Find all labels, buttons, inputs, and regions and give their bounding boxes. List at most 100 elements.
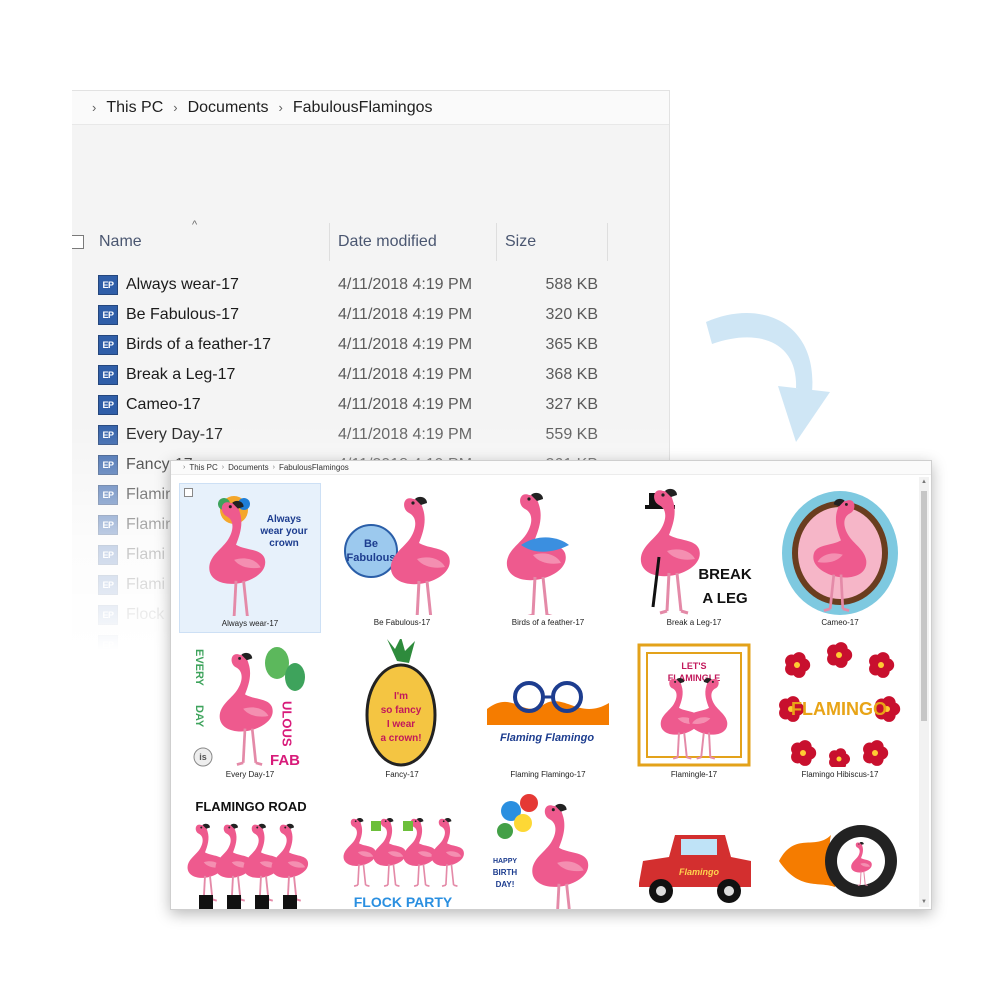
thumbnail-image bbox=[506, 492, 569, 615]
column-header-size[interactable]: Size bbox=[505, 223, 605, 261]
file-tile-always[interactable]: Always wear your crown Always wear-17 bbox=[179, 483, 321, 633]
file-size: 588 KB bbox=[545, 276, 598, 293]
file-tile-tire[interactable] bbox=[769, 787, 911, 909]
column-divider[interactable] bbox=[496, 223, 497, 261]
breadcrumb-item-folder[interactable]: FabulousFlamingos bbox=[293, 99, 433, 117]
explorer-icons-window: › This PC › Documents › FabulousFlamingo… bbox=[170, 460, 932, 910]
file-tile-car[interactable]: Flamingo bbox=[623, 787, 765, 909]
thumbnail-image: Flaming Flamingo bbox=[487, 681, 609, 744]
thumbnail-image: HAPPY BIRTH DAY! bbox=[493, 794, 589, 909]
tile-caption: Every Day-17 bbox=[225, 770, 275, 779]
file-tile-flaming[interactable]: Flaming Flamingo Flaming Flamingo-17 bbox=[477, 635, 619, 785]
file-tile-fabulous[interactable]: Be Fabulous Be Fabulous-17 bbox=[331, 483, 473, 633]
column-divider[interactable] bbox=[329, 223, 330, 261]
svg-text:Flamingo: Flamingo bbox=[679, 867, 720, 877]
file-tile-everyday[interactable]: EVERY DAY is FAB ULOUS Every Day-17 bbox=[179, 635, 321, 785]
eps-file-icon: EP bbox=[98, 515, 118, 535]
breadcrumb: › This PC › Documents › FabulousFlamingo… bbox=[72, 91, 669, 125]
eps-file-icon: EP bbox=[98, 425, 118, 445]
svg-text:Fabulous: Fabulous bbox=[347, 552, 396, 564]
file-tile-breakleg[interactable]: BREAK A LEG Break a Leg-17 bbox=[623, 483, 765, 633]
file-tile-birthday[interactable]: HAPPY BIRTH DAY! bbox=[477, 787, 619, 909]
svg-text:HAPPY: HAPPY bbox=[493, 858, 517, 865]
breadcrumb-item-this-pc[interactable]: This PC bbox=[106, 99, 163, 117]
tile-caption: Always wear-17 bbox=[221, 619, 279, 628]
eps-file-icon: EP bbox=[98, 275, 118, 295]
file-tile-flamingle[interactable]: LET'S FLAMINGLE Flamingle-17 bbox=[623, 635, 765, 785]
column-header-date[interactable]: Date modified bbox=[338, 223, 498, 261]
svg-text:FLAMINGO ROAD: FLAMINGO ROAD bbox=[195, 799, 306, 814]
file-size: 320 KB bbox=[545, 306, 598, 323]
column-divider[interactable] bbox=[607, 223, 608, 261]
tile-caption: Flaming Flamingo-17 bbox=[510, 770, 586, 779]
file-date: 4/11/2018 4:19 PM bbox=[338, 276, 473, 293]
file-row[interactable]: EP Cameo-17 4/11/2018 4:19 PM 327 KB bbox=[72, 390, 669, 420]
file-name: Break a Leg-17 bbox=[126, 366, 236, 383]
thumbnail-image bbox=[782, 491, 898, 615]
file-tile-fancy[interactable]: I'm so fancy I wear a crown! Fancy-17 bbox=[331, 635, 473, 785]
svg-text:A LEG: A LEG bbox=[702, 590, 747, 607]
file-tile-cameo[interactable]: Cameo-17 bbox=[769, 483, 911, 633]
select-all-checkbox[interactable] bbox=[72, 235, 84, 249]
file-row[interactable]: EP Always wear-17 4/11/2018 4:19 PM 588 KB bbox=[72, 270, 669, 300]
scrollbar-thumb[interactable] bbox=[921, 491, 927, 721]
svg-text:BREAK: BREAK bbox=[698, 566, 752, 583]
scroll-up-icon[interactable]: ▲ bbox=[919, 477, 929, 487]
file-date: 4/11/2018 4:19 PM bbox=[338, 336, 473, 353]
thumbnail-image: FLAMINGO bbox=[779, 642, 901, 767]
vertical-scrollbar[interactable]: ▲ ▼ bbox=[919, 477, 929, 907]
thumbnail-image: LET'SFLAMINGLE bbox=[637, 643, 751, 767]
svg-text:EVERY: EVERY bbox=[193, 649, 205, 687]
file-name: Birds of a feather-17 bbox=[126, 336, 271, 353]
file-name: Flami bbox=[126, 546, 166, 563]
eps-file-icon: EP bbox=[98, 485, 118, 505]
tile-caption: Be Fabulous-17 bbox=[373, 618, 431, 627]
chevron-right-icon: › bbox=[173, 100, 178, 115]
chevron-right-icon: › bbox=[272, 464, 275, 471]
breadcrumb-item-documents[interactable]: Documents bbox=[188, 99, 269, 117]
file-size: 559 KB bbox=[545, 426, 598, 443]
breadcrumb-item-documents[interactable]: Documents bbox=[228, 463, 268, 472]
svg-text:a crown!: a crown! bbox=[380, 733, 421, 744]
svg-text:LET'S: LET'S bbox=[681, 661, 706, 671]
svg-text:BIRTH: BIRTH bbox=[493, 868, 518, 877]
svg-text:so fancy: so fancy bbox=[381, 705, 422, 716]
file-row[interactable]: EP Be Fabulous-17 4/11/2018 4:19 PM 320 KB bbox=[72, 300, 669, 330]
tile-caption: Flamingo Hibiscus-17 bbox=[801, 770, 879, 779]
file-row[interactable]: EP Every Day-17 4/11/2018 4:19 PM 559 KB bbox=[72, 420, 669, 450]
thumbnail-image: FLAMINGO ROAD bbox=[187, 799, 309, 909]
file-tile-hibiscus[interactable]: FLAMINGO Flamingo Hibiscus-17 bbox=[769, 635, 911, 785]
file-row[interactable]: EP Birds of a feather-17 4/11/2018 4:19 PM… bbox=[72, 330, 669, 360]
file-tile-flock[interactable]: FLOCK PARTY bbox=[331, 787, 473, 910]
tile-caption: Fancy-17 bbox=[385, 770, 419, 779]
eps-file-icon: EP bbox=[98, 365, 118, 385]
svg-text:I wear: I wear bbox=[387, 719, 415, 730]
thumbnail-image: I'm so fancy I wear a crown! bbox=[365, 639, 437, 767]
svg-text:crown: crown bbox=[269, 538, 298, 549]
thumbnail-image: Alwayswear yourcrown bbox=[209, 496, 308, 616]
svg-text:Be: Be bbox=[364, 538, 378, 550]
eps-file-icon: EP bbox=[98, 455, 118, 475]
breadcrumb-item-this-pc[interactable]: This PC bbox=[189, 463, 217, 472]
breadcrumb-item-folder[interactable]: FabulousFlamingos bbox=[279, 463, 349, 472]
eps-file-icon: EP bbox=[98, 545, 118, 565]
scroll-down-icon[interactable]: ▼ bbox=[919, 897, 929, 907]
eps-file-icon: EP bbox=[98, 395, 118, 415]
svg-text:FAB: FAB bbox=[270, 752, 300, 767]
file-size: 368 KB bbox=[545, 366, 598, 383]
column-header-name[interactable]: Name bbox=[99, 223, 329, 261]
svg-text:ULOUS: ULOUS bbox=[280, 701, 295, 747]
file-name: Always wear-17 bbox=[126, 276, 239, 293]
tile-caption: Flamingle-17 bbox=[670, 770, 718, 779]
thumbnail-image bbox=[779, 825, 897, 897]
thumbnail-image: FLOCK PARTY bbox=[343, 817, 464, 910]
svg-text:FLOCK PARTY: FLOCK PARTY bbox=[354, 894, 453, 910]
file-tile-birds[interactable]: Birds of a feather-17 bbox=[477, 483, 619, 633]
svg-text:DAY: DAY bbox=[193, 705, 205, 728]
file-tile-road[interactable]: FLAMINGO ROAD bbox=[179, 787, 321, 909]
tile-caption: Cameo-17 bbox=[821, 618, 859, 627]
eps-file-icon: EP bbox=[98, 575, 118, 595]
file-name: Flami bbox=[126, 576, 166, 593]
thumbnail-image: Flamingo bbox=[639, 835, 751, 903]
file-row[interactable]: EP Break a Leg-17 4/11/2018 4:19 PM 368 KB bbox=[72, 360, 669, 390]
